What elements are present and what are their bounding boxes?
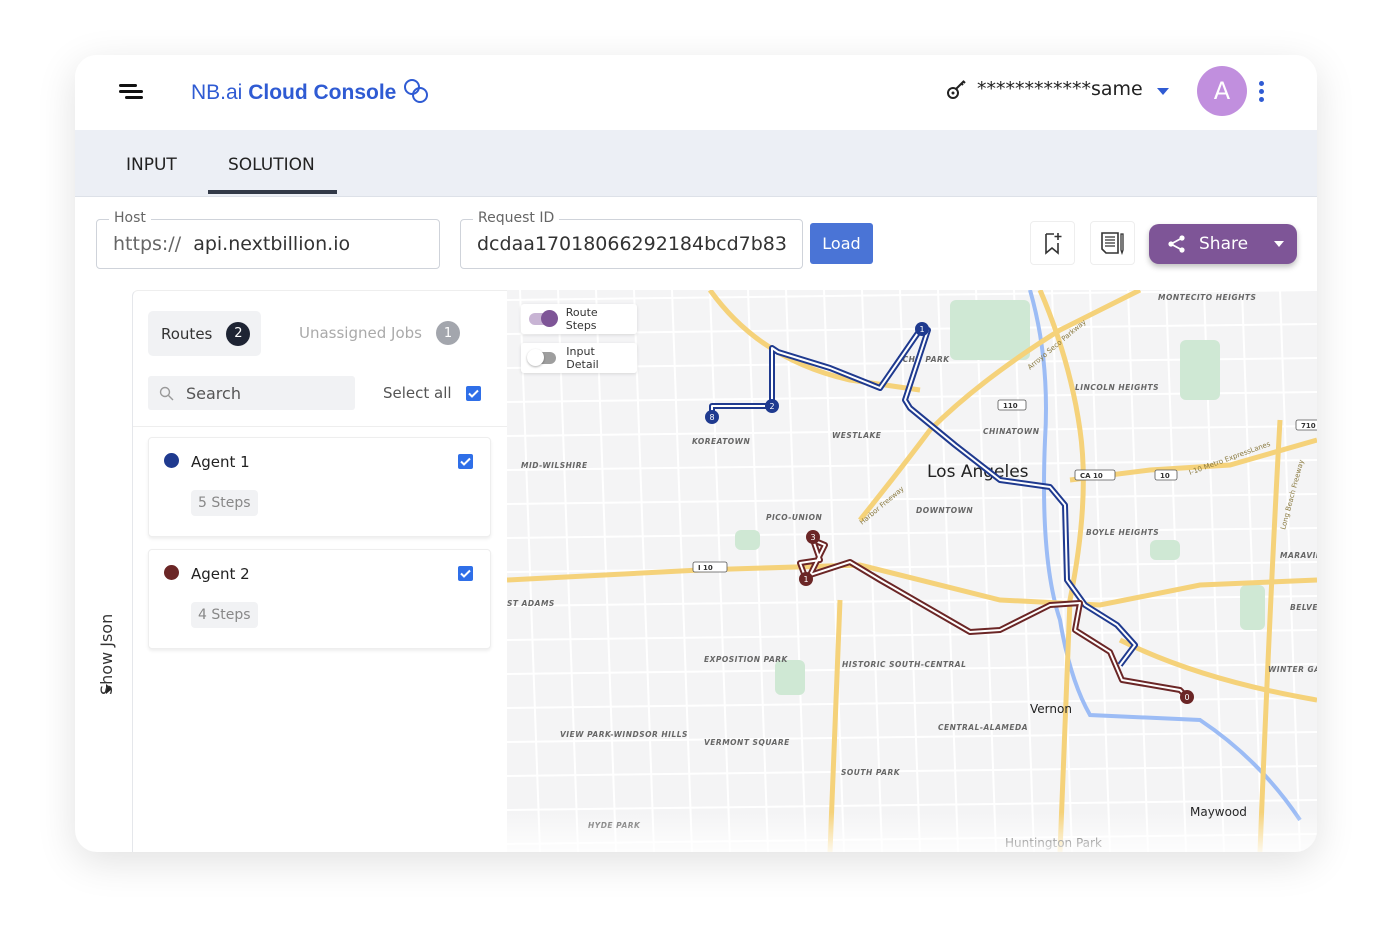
street	[507, 527, 1317, 539]
highway-shield-label: CA 10	[1080, 472, 1103, 480]
route-map[interactable]: KOREATOWN WESTLAKE MID-WILSHIRE PICO-UNION D…	[507, 290, 1317, 852]
park	[950, 300, 1030, 360]
map-label: KOREATOWN	[692, 437, 750, 446]
park	[1240, 585, 1265, 630]
load-button[interactable]: Load	[810, 223, 873, 264]
map-canvas[interactable]: KOREATOWN WESTLAKE MID-WILSHIRE PICO-UNION D…	[507, 290, 1317, 852]
select-all-checkbox[interactable]	[465, 385, 481, 401]
agent-card[interactable]: Agent 2 4 Steps	[148, 549, 491, 649]
map-label: VIEW PARK-WINDSOR HILLS	[560, 730, 688, 739]
street	[1013, 290, 1035, 852]
street	[507, 425, 1317, 437]
share-icon	[1168, 235, 1185, 253]
route-stop-label: 1	[803, 575, 808, 584]
route-steps-toggle[interactable]: Route Steps	[521, 304, 637, 334]
show-json-toggle[interactable]: Show Json	[97, 614, 116, 695]
map-label: CHINATOWN	[983, 427, 1040, 436]
street	[507, 765, 1317, 777]
map-label: BELVEDERE GARDENS	[1290, 603, 1317, 612]
tab-solution[interactable]: SOLUTION	[228, 155, 315, 175]
park	[775, 660, 805, 695]
host-field[interactable]: Host https:// api.nextbillion.io	[96, 210, 440, 269]
request-id-field[interactable]: Request ID dcdaa17018066292184bcd7b83	[460, 210, 803, 269]
agent-color-dot	[164, 565, 179, 580]
app-header: NB.ai Cloud Console ************same A	[75, 55, 1317, 130]
agent-card[interactable]: Agent 1 5 Steps	[148, 437, 491, 537]
map-label: ST ADAMS	[507, 599, 555, 608]
app-title: NB.ai Cloud Console	[191, 77, 430, 105]
route-stop-label: 0	[1184, 693, 1189, 702]
tab-input[interactable]: INPUT	[126, 155, 177, 175]
map-label: MID-WILSHIRE	[521, 461, 588, 470]
map-label: BOYLE HEIGHTS	[1086, 528, 1159, 537]
agent-checkbox[interactable]	[458, 566, 473, 581]
park	[1150, 540, 1180, 560]
toggle-switch[interactable]	[527, 349, 557, 366]
street	[899, 290, 921, 852]
menu-icon[interactable]	[119, 82, 143, 102]
map-label: WESTLAKE	[832, 431, 882, 440]
divider	[133, 426, 507, 427]
highway-shield-label: 110	[1003, 402, 1018, 410]
notes-button[interactable]	[1090, 221, 1135, 265]
active-tab-indicator	[208, 190, 337, 194]
search-input[interactable]: Search	[148, 376, 355, 410]
steps-badge: 4 Steps	[191, 602, 258, 628]
tab-unassigned-jobs[interactable]: Unassigned Jobs 1	[299, 321, 460, 345]
console-window: NB.ai Cloud Console ************same A I…	[75, 55, 1317, 852]
avatar[interactable]: A	[1197, 66, 1247, 116]
routes-panel: Routes 2 Unassigned Jobs 1 Search Select…	[132, 290, 507, 852]
highway-shield-label: I 10	[698, 564, 713, 572]
steps-badge: 5 Steps	[191, 490, 258, 516]
key-icon	[947, 80, 966, 99]
park	[1180, 340, 1220, 400]
agent-checkbox[interactable]	[458, 454, 473, 469]
api-key-selector[interactable]: ************same	[945, 77, 1143, 101]
document-edit-icon	[1100, 232, 1124, 255]
map-label: MARAVILLA	[1280, 551, 1317, 560]
logo-icon	[404, 79, 429, 103]
tab-bar: INPUT SOLUTION	[75, 130, 1317, 197]
api-key-value: ************same	[977, 78, 1143, 100]
agent-color-dot	[164, 453, 179, 468]
map-label: MONTECITO HEIGHTS	[1158, 293, 1256, 302]
chevron-down-icon[interactable]	[1157, 88, 1169, 95]
map-label: VERMONT SQUARE	[704, 738, 790, 747]
map-label: DOWNTOWN	[916, 506, 973, 515]
select-all[interactable]: Select all	[383, 384, 481, 402]
search-icon	[159, 386, 174, 400]
more-options-icon[interactable]	[1259, 81, 1265, 105]
map-label: PICO-UNION	[766, 513, 822, 522]
map-label: LINCOLN HEIGHTS	[1075, 383, 1159, 392]
street	[507, 697, 1317, 709]
bookmark-add-button[interactable]	[1030, 221, 1075, 265]
park	[735, 530, 760, 550]
input-detail-toggle[interactable]: Input Detail	[521, 343, 637, 373]
street	[1279, 290, 1301, 852]
map-label: SOUTH PARK	[841, 768, 901, 777]
route-stop-label: 3	[810, 533, 815, 542]
street	[507, 493, 1317, 505]
street	[507, 561, 1317, 573]
routes-count-badge: 2	[226, 321, 251, 346]
chevron-down-icon[interactable]	[1274, 241, 1285, 247]
map-label: HISTORIC SOUTH-CENTRAL	[842, 660, 966, 669]
bookmark-add-icon	[1044, 233, 1061, 255]
route-stop-label: 1	[919, 325, 924, 334]
route-stop-label: 2	[769, 402, 774, 411]
highway-shield-label: 10	[1160, 472, 1170, 480]
share-button[interactable]: Share	[1149, 224, 1297, 264]
city-label: Vernon	[1030, 702, 1072, 716]
highway-shield-label: 710	[1301, 422, 1316, 430]
map-label: CENTRAL-ALAMEDA	[938, 723, 1028, 732]
toggle-switch[interactable]	[529, 310, 558, 327]
street	[747, 290, 769, 852]
unassigned-count-badge: 1	[435, 321, 460, 345]
route-stop-label: 8	[709, 413, 714, 422]
map-label: EXPOSITION PARK	[704, 655, 789, 664]
street	[937, 290, 959, 852]
tab-routes[interactable]: Routes 2	[148, 311, 261, 356]
map-label: WINTER GARDENS	[1268, 665, 1317, 674]
